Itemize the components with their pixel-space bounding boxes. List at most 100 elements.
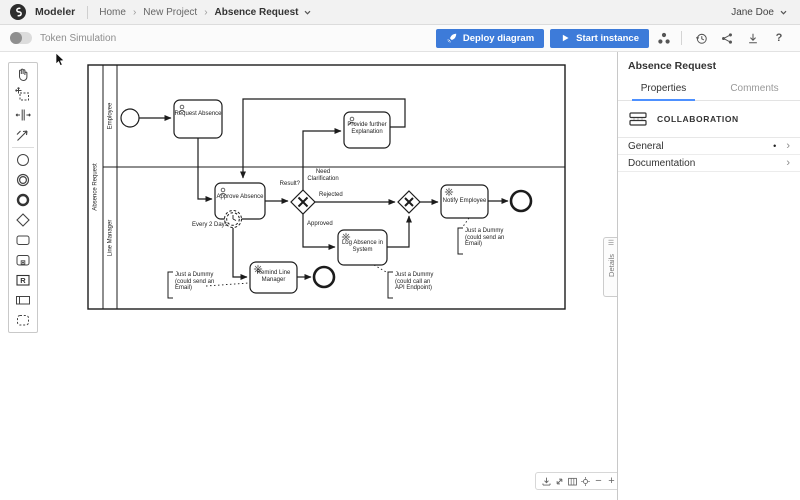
end-event-notify[interactable] xyxy=(511,191,531,211)
start-event-icon xyxy=(14,151,32,169)
rocket-icon xyxy=(446,33,457,44)
palette-divider xyxy=(12,147,34,148)
share-button[interactable] xyxy=(716,29,738,47)
group-general[interactable]: General • › xyxy=(618,138,800,155)
group-label: General xyxy=(628,141,664,152)
association-notify-note[interactable] xyxy=(462,218,469,228)
chevron-down-icon[interactable] xyxy=(303,8,312,17)
start-instance-button[interactable]: Start instance xyxy=(550,29,649,48)
breadcrumb-project[interactable]: New Project xyxy=(143,7,197,18)
download-button[interactable] xyxy=(742,29,764,47)
flow-log-to-merge[interactable] xyxy=(387,216,409,247)
create-group[interactable] xyxy=(9,310,37,330)
panel-tabs: Properties Comments xyxy=(618,79,800,101)
create-task[interactable] xyxy=(9,230,37,250)
minimap-toggle-button[interactable] xyxy=(567,474,579,488)
flow-timer-to-remind[interactable] xyxy=(233,228,247,277)
lane-label-line-manager[interactable]: Line Manager xyxy=(103,167,117,309)
task-label[interactable]: Notify Employee xyxy=(437,198,492,205)
task-label[interactable]: Remind Line Manager xyxy=(250,270,297,284)
create-intermediate-event[interactable] xyxy=(9,170,37,190)
details-bars-icon: ☰ xyxy=(608,242,614,245)
task-label[interactable]: Provide further Explanation xyxy=(344,122,390,136)
zoom-in-button[interactable]: + xyxy=(606,474,618,488)
breadcrumb-home[interactable]: Home xyxy=(99,7,126,18)
start-event[interactable] xyxy=(121,109,139,127)
create-subprocess[interactable] xyxy=(9,250,37,270)
tab-comments[interactable]: Comments xyxy=(709,79,800,100)
chevron-right-icon: › xyxy=(786,141,790,151)
selection-type-row: COLLABORATION xyxy=(618,101,800,138)
gateway-result[interactable] xyxy=(291,190,315,214)
export-image-button[interactable] xyxy=(541,474,553,488)
lasso-tool[interactable] xyxy=(9,85,37,105)
association-log-note[interactable] xyxy=(374,265,388,273)
modes-button[interactable] xyxy=(653,29,675,47)
gateway-icon xyxy=(14,211,32,229)
bpmn-palette: R xyxy=(8,62,38,333)
global-connect-tool[interactable] xyxy=(9,125,37,145)
gateway-merge[interactable] xyxy=(398,191,420,213)
breadcrumb-current-file[interactable]: Absence Request xyxy=(215,7,299,18)
breadcrumb-separator: › xyxy=(204,7,207,18)
end-event-remind[interactable] xyxy=(314,267,334,287)
edge-label-need-clarification[interactable]: Need Clarification xyxy=(303,169,343,182)
reset-view-button[interactable] xyxy=(580,474,592,488)
space-tool[interactable] xyxy=(9,105,37,125)
help-icon: ? xyxy=(776,32,783,44)
help-button[interactable]: ? xyxy=(768,29,790,47)
edge-label-result[interactable]: Result? xyxy=(276,181,300,188)
hand-tool[interactable] xyxy=(9,65,37,85)
text-annotation[interactable]: Just a Dummy (could call an API Endpoint… xyxy=(395,272,439,292)
diagram-canvas[interactable]: Absence Request Employee Line Manager Re… xyxy=(0,0,617,500)
divider xyxy=(87,6,88,19)
text-annotation[interactable]: Just a Dummy (could send an Email) xyxy=(465,228,509,248)
play-icon xyxy=(560,33,570,43)
edge-label-every-2-days[interactable]: Every 2 Days xyxy=(192,222,230,229)
edge-label-rejected[interactable]: Rejected xyxy=(319,192,347,199)
reset-view-icon xyxy=(580,476,591,487)
user-menu[interactable]: Jane Doe xyxy=(731,7,788,18)
zoom-out-button[interactable]: − xyxy=(593,474,605,488)
app-logo-icon[interactable] xyxy=(10,4,26,20)
chevron-down-icon xyxy=(779,8,788,17)
properties-panel: Absence Request Properties Comments COLL… xyxy=(617,52,800,500)
lane-label-employee[interactable]: Employee xyxy=(103,65,117,167)
group-documentation[interactable]: Documentation › xyxy=(618,155,800,172)
share-icon xyxy=(721,32,733,45)
history-button[interactable] xyxy=(690,29,712,47)
space-tool-icon xyxy=(14,106,32,124)
breadcrumb-separator: › xyxy=(133,7,136,18)
create-participant[interactable] xyxy=(9,290,37,310)
user-name: Jane Doe xyxy=(731,7,774,18)
fit-viewport-icon xyxy=(554,476,565,487)
pool-label[interactable]: Absence Request xyxy=(88,65,103,309)
edge-label-approved[interactable]: Approved xyxy=(307,221,337,228)
participant-icon xyxy=(14,291,32,309)
create-start-event[interactable] xyxy=(9,150,37,170)
details-tab[interactable]: ☰ Details xyxy=(603,237,618,297)
token-simulation-toggle[interactable] xyxy=(10,32,32,44)
tab-properties[interactable]: Properties xyxy=(618,79,709,100)
action-toolbar: Token Simulation Deploy diagram Start in… xyxy=(0,25,800,52)
fit-viewport-button[interactable] xyxy=(554,474,566,488)
task-label[interactable]: Request Absence xyxy=(174,111,222,118)
annotation-bracket xyxy=(458,228,463,254)
task-label[interactable]: Log Absence in System xyxy=(338,240,387,254)
flow-approved[interactable] xyxy=(303,214,335,247)
subprocess-icon xyxy=(14,251,32,269)
text-annotation[interactable]: Just a Dummy (could send an Email) xyxy=(175,272,217,292)
create-gateway[interactable] xyxy=(9,210,37,230)
details-tab-label: Details xyxy=(607,254,616,277)
cluster-icon xyxy=(657,32,671,45)
annotation-bracket xyxy=(388,272,393,298)
task-request-absence[interactable] xyxy=(174,100,222,138)
create-dmn-decision[interactable]: R xyxy=(9,270,37,290)
deploy-diagram-button[interactable]: Deploy diagram xyxy=(436,29,544,48)
intermediate-event-icon xyxy=(14,171,32,189)
create-end-event[interactable] xyxy=(9,190,37,210)
flow-request-to-approve[interactable] xyxy=(198,138,212,199)
divider xyxy=(681,31,682,45)
deploy-diagram-label: Deploy diagram xyxy=(463,33,534,44)
task-label[interactable]: Approve Absence xyxy=(215,194,265,201)
